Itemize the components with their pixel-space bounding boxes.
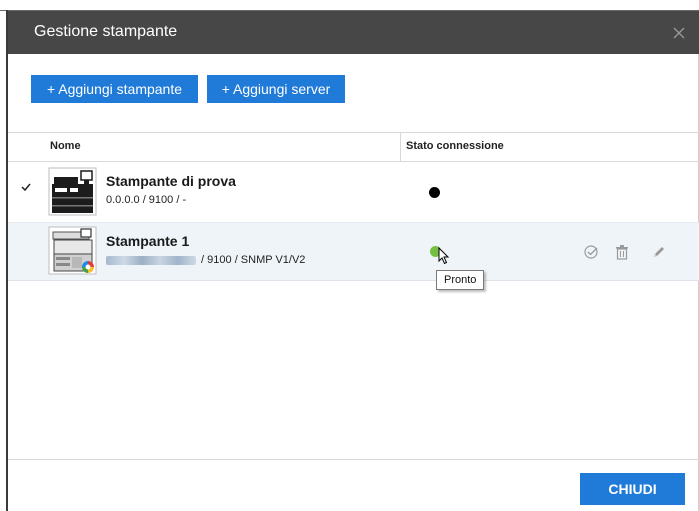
dialog-titlebar: Gestione stampante bbox=[8, 11, 699, 54]
printer-address-suffix: / 9100 / SNMP V1/V2 bbox=[198, 254, 306, 266]
close-button[interactable]: CHIUDI bbox=[580, 473, 685, 505]
mouse-pointer-icon bbox=[438, 247, 450, 265]
add-printer-button[interactable]: + Aggiungi stampante bbox=[31, 75, 198, 103]
table-header: Nome Stato connessione bbox=[8, 132, 699, 162]
check-circle-icon[interactable] bbox=[583, 244, 599, 260]
table-row[interactable]: Stampante di prova 0.0.0.0 / 9100 / - bbox=[8, 162, 699, 222]
printer-management-dialog: Gestione stampante + Aggiungi stampante … bbox=[8, 11, 699, 511]
printer-name: Stampante di prova bbox=[106, 173, 236, 189]
add-server-button[interactable]: + Aggiungi server bbox=[207, 75, 345, 103]
footer-divider bbox=[8, 459, 699, 460]
trash-icon[interactable] bbox=[614, 244, 630, 260]
column-header-connection-status[interactable]: Stato connessione bbox=[406, 140, 504, 152]
dialog-title: Gestione stampante bbox=[34, 23, 178, 40]
status-tooltip: Pronto bbox=[436, 270, 484, 290]
printer-address: 0.0.0.0 / 9100 / - bbox=[106, 194, 187, 206]
checkmark-icon bbox=[21, 183, 31, 192]
column-divider bbox=[400, 133, 401, 162]
printer-name: Stampante 1 bbox=[106, 233, 190, 249]
close-icon[interactable] bbox=[671, 25, 687, 41]
status-indicator-icon bbox=[429, 187, 440, 198]
column-header-name[interactable]: Nome bbox=[50, 140, 81, 152]
redacted-ip-address bbox=[106, 255, 196, 265]
edit-icon[interactable] bbox=[651, 244, 667, 260]
printer-thumbnail-icon bbox=[48, 167, 97, 216]
color-printer-thumbnail-icon bbox=[48, 226, 97, 275]
printer-address: / 9100 / SNMP V1/V2 bbox=[106, 254, 305, 266]
table-row[interactable]: Stampante 1 / 9100 / SNMP V1/V2 bbox=[8, 222, 699, 281]
